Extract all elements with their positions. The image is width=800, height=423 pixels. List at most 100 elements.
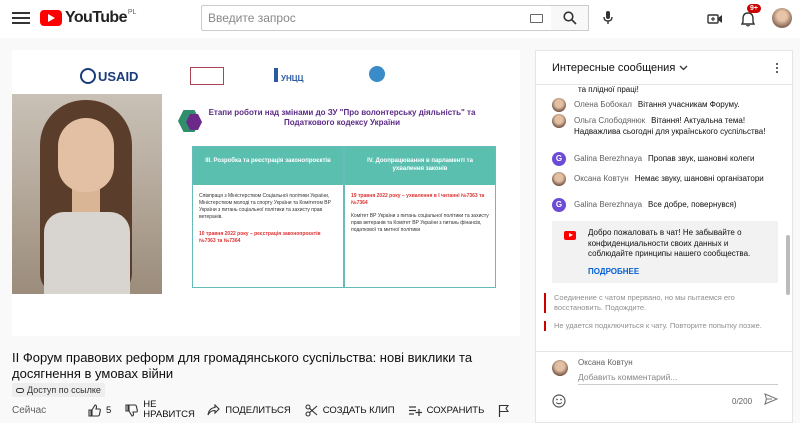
welcome-text: Добро пожаловать в чат! Не забывайте о к… [588, 228, 751, 258]
thumbs-up-icon [88, 403, 101, 417]
share-button[interactable]: ПОДЕЛИТЬСЯ [207, 404, 291, 416]
chat-author: Galina Berezhnaya [574, 200, 643, 209]
partner-logo-3-text: УНЦЦ [281, 74, 304, 83]
youtube-logo[interactable]: YouTube PL [40, 9, 136, 27]
chat-message-text: та плідної праці! [578, 85, 639, 94]
dislike-label: НЕ НРАВИТСЯ [143, 399, 195, 420]
presentation-slide: Етапи роботи над змінами до ЗУ "Про воло… [172, 94, 512, 294]
chat-mode-dropdown[interactable]: Интересные сообщения [536, 51, 792, 85]
send-icon[interactable] [764, 393, 778, 405]
youtube-play-icon [40, 10, 62, 26]
dislike-button[interactable]: НЕ НРАВИТСЯ [125, 399, 195, 420]
account-avatar[interactable] [772, 8, 792, 28]
create-clip-label: СОЗДАТЬ КЛИП [322, 404, 395, 416]
slide-column-3-text: Співпраця з Міністерством Соціальної пол… [199, 193, 331, 220]
create-button[interactable] [704, 8, 726, 30]
slide-column-4-date: 19 травня 2022 року – ухвалення в І чита… [351, 193, 485, 206]
youtube-small-icon [564, 231, 576, 240]
slide-column-3-date: 10 травня 2022 року – реєстрація законоп… [199, 231, 321, 244]
chat-message-text: Немає звуку, шановні організатори [634, 174, 764, 183]
hamburger-menu-icon[interactable] [12, 9, 30, 27]
live-chat-panel: Интересные сообщения та плідної праці! О… [535, 50, 793, 423]
save-button[interactable]: СОХРАНИТЬ [408, 404, 485, 416]
search-box [201, 5, 552, 31]
search-icon [562, 11, 577, 25]
avatar: G [552, 198, 566, 212]
chevron-down-icon [679, 65, 688, 70]
notifications-count-badge: 9+ [747, 4, 761, 13]
partner-logo-2 [190, 67, 224, 85]
search-button[interactable] [551, 5, 589, 31]
report-button[interactable] [498, 404, 514, 417]
playlist-add-icon [408, 405, 422, 416]
chat-welcome-banner: Добро пожаловать в чат! Не забывайте о к… [552, 221, 778, 283]
top-bar: YouTube PL 9+ [0, 0, 800, 38]
slide-title: Етапи роботи над змінами до ЗУ "Про воло… [208, 108, 476, 127]
create-clip-button[interactable]: СОЗДАТЬ КЛИП [305, 403, 395, 417]
partner-logo-4-icon [369, 66, 385, 82]
chat-message: Ольга Слободянюк Вітання! Актуальна тема!… [552, 114, 780, 137]
slide-column-3: ІІІ. Розробка та реєстрація законопроєкт… [192, 146, 344, 288]
composer-user-name: Оксана Ковтун [578, 358, 633, 367]
visibility-badge-label: Доступ по ссылке [27, 385, 101, 395]
video-camera-plus-icon [707, 14, 722, 24]
scissors-icon [305, 403, 318, 417]
chat-author: Олена Бобокал [574, 100, 632, 109]
usaid-seal-icon [80, 68, 96, 84]
voice-search-button[interactable] [598, 8, 618, 28]
partner-logo-4 [369, 66, 385, 82]
search-input[interactable] [202, 11, 502, 25]
chat-system-message: Соединение с чатом прервано, но мы пытае… [544, 293, 774, 313]
usaid-logo-text: USAID [98, 68, 139, 84]
chat-input[interactable] [578, 370, 778, 385]
chat-message: та плідної праці! [578, 85, 792, 95]
partner-logo-3: УНЦЦ [274, 68, 324, 83]
chat-author: Оксана Ковтун [574, 174, 629, 183]
avatar [552, 114, 566, 128]
chat-scrollbar[interactable] [786, 235, 790, 295]
visibility-badge[interactable]: Доступ по ссылке [12, 383, 105, 397]
avatar [552, 172, 566, 186]
speaker-webcam [12, 94, 162, 294]
chat-message: Оксана Ковтун Немає звуку, шановні органі… [552, 172, 780, 186]
publish-date: Сейчас [12, 405, 47, 416]
chat-message: G Galina Berezhnaya Пропав звук, шановні … [552, 152, 780, 166]
chat-composer: Оксана Ковтун 0/200 [536, 351, 792, 423]
like-button[interactable]: 5 [88, 403, 112, 417]
chat-author: Ольга Слободянюк [574, 116, 646, 125]
chat-message-text: Пропав звук, шановні колеги [648, 154, 755, 163]
character-counter: 0/200 [732, 397, 753, 406]
video-title: ІІ Форум правових реформ для громадянськ… [12, 350, 473, 381]
chat-system-message: Не удается подключиться к чату. Повторит… [544, 321, 774, 331]
learn-more-link[interactable]: ПОДРОБНЕЕ [588, 267, 639, 276]
logo-text: YouTube [65, 9, 127, 26]
save-label: СОХРАНИТЬ [426, 404, 485, 416]
avatar: G [552, 152, 566, 166]
chat-author: Galina Berezhnaya [574, 154, 643, 163]
microphone-icon [603, 11, 613, 24]
like-count: 5 [106, 404, 112, 416]
chat-message-text: Все добре, повернувся) [648, 200, 737, 209]
video-player[interactable]: USAID УНЦЦ Етапи роботи над змінами до З… [12, 50, 520, 336]
chat-message-text: Вітання учасникам Форуму. [637, 100, 740, 109]
keyboard-icon[interactable] [530, 14, 543, 23]
slide-column-4-head: IV. Доопрацювання в парламенті та ухвале… [345, 147, 495, 185]
country-code: PL [127, 8, 137, 16]
chat-message: G Galina Berezhnaya Все добре, повернувся… [552, 198, 780, 212]
link-icon [16, 387, 24, 393]
chat-more-options-icon[interactable] [776, 63, 780, 75]
notifications-button[interactable]: 9+ [737, 4, 761, 30]
slide-column-3-head: ІІІ. Розробка та реєстрація законопроєкт… [193, 147, 343, 185]
bell-icon [741, 11, 755, 27]
slide-column-4-body: 19 травня 2022 року – ухвалення в І чита… [345, 185, 495, 242]
flag-icon [499, 404, 510, 417]
emoji-icon[interactable] [552, 394, 566, 408]
thumbs-down-icon [125, 403, 139, 417]
avatar [552, 360, 568, 376]
video-actions: 5 НЕ НРАВИТСЯ ПОДЕЛИТЬСЯ СОЗДАТЬ КЛИП СО… [88, 398, 528, 422]
slide-column-3-body: Співпраця з Міністерством Соціальної пол… [193, 185, 343, 253]
chat-messages: та плідної праці! Олена Бобокал Вітання у… [536, 85, 792, 350]
avatar [552, 98, 566, 112]
share-arrow-icon [207, 404, 221, 416]
share-label: ПОДЕЛИТЬСЯ [225, 404, 291, 416]
